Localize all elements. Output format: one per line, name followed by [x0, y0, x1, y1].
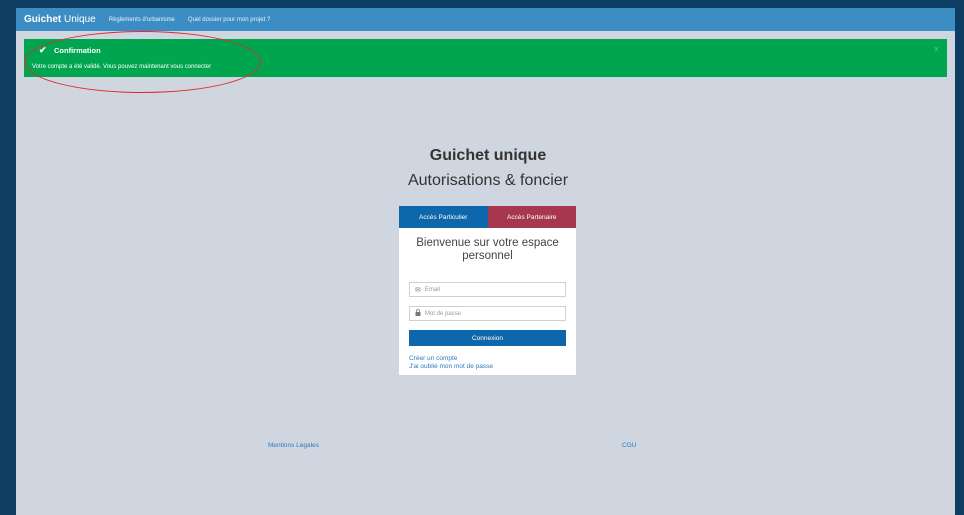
- red-annotation-ellipse: [24, 31, 261, 93]
- forgot-password-link[interactable]: J'ai oublié mon mot de passe: [409, 363, 493, 370]
- mentions-legales-link[interactable]: Mentions Légales: [268, 442, 319, 449]
- connexion-button[interactable]: Connexion: [409, 330, 566, 346]
- navbar: Guichet Unique Règlements d'urbanisme Qu…: [16, 8, 955, 31]
- nav-link-reglements[interactable]: Règlements d'urbanisme: [109, 17, 175, 23]
- welcome-heading: Bienvenue sur votre espace personnel: [416, 237, 559, 262]
- cgu-link[interactable]: CGU: [622, 442, 636, 449]
- lock-icon: [415, 309, 421, 318]
- brand-rest: Unique: [64, 14, 96, 25]
- email-placeholder: Email: [424, 286, 440, 293]
- page-title: Guichet unique: [429, 147, 547, 164]
- email-field[interactable]: ✉ Email: [409, 282, 566, 297]
- password-placeholder: Mot de passe: [425, 310, 462, 317]
- page-subtitle: Autorisations & foncier: [407, 172, 569, 189]
- create-account-link[interactable]: Créer un compte: [409, 355, 457, 362]
- login-tabs: Accès Particulier Accès Partenaire: [399, 206, 576, 228]
- brand-link[interactable]: Guichet Unique: [24, 14, 96, 25]
- login-card: Accès Particulier Accès Partenaire Bienv…: [399, 206, 576, 375]
- close-icon[interactable]: ×: [934, 44, 939, 54]
- brand-strong: Guichet: [24, 14, 62, 25]
- tab-acces-partenaire[interactable]: Accès Partenaire: [487, 206, 576, 228]
- password-field[interactable]: Mot de passe: [409, 306, 566, 321]
- app-window: Guichet Unique Règlements d'urbanisme Qu…: [16, 8, 955, 515]
- nav-link-quel-dossier[interactable]: Quel dossier pour mon projet ?: [188, 17, 270, 23]
- envelope-icon: ✉: [415, 286, 421, 294]
- tab-acces-particulier[interactable]: Accès Particulier: [399, 206, 488, 228]
